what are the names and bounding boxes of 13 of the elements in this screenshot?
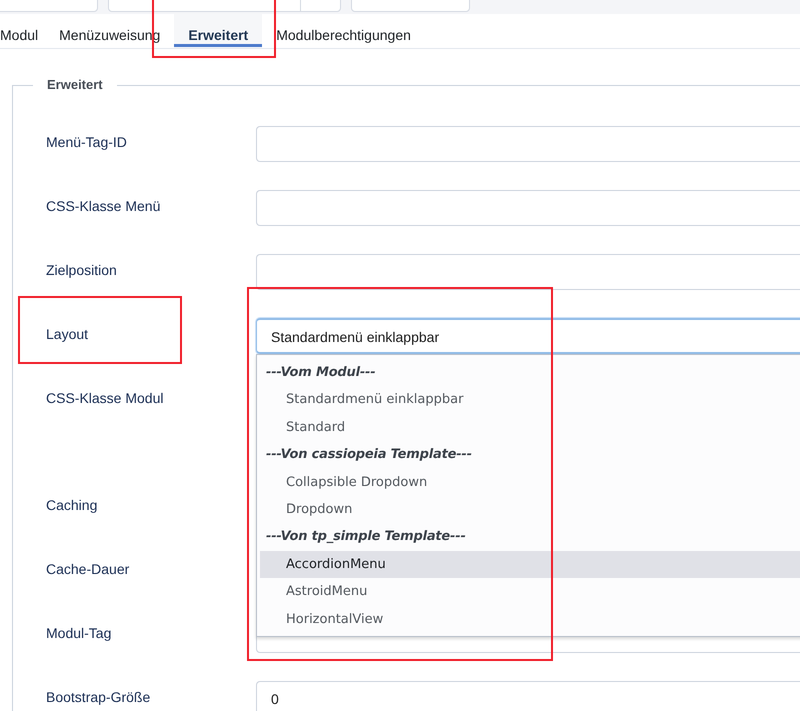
field-label: Caching xyxy=(46,497,98,513)
field-label: Modul-Tag xyxy=(46,625,112,641)
option-group-heading: ---Vom Modul--- xyxy=(265,364,376,382)
field-label: Cache-Dauer xyxy=(46,561,130,577)
field-label: Menü-Tag-ID xyxy=(46,134,127,150)
field-label: Layout xyxy=(46,326,88,342)
fieldset-legend: Erweitert xyxy=(33,77,117,92)
option-group-heading: ---Von cassiopeia Template--- xyxy=(265,446,473,464)
option-group-heading: ---Von tp_simple Template--- xyxy=(265,528,467,546)
field-label: CSS-Klasse Menü xyxy=(46,198,160,214)
field-label: Bootstrap-Größe xyxy=(46,689,150,705)
field-label: CSS-Klasse Modul xyxy=(46,390,164,406)
field-label: Zielposition xyxy=(46,262,117,278)
